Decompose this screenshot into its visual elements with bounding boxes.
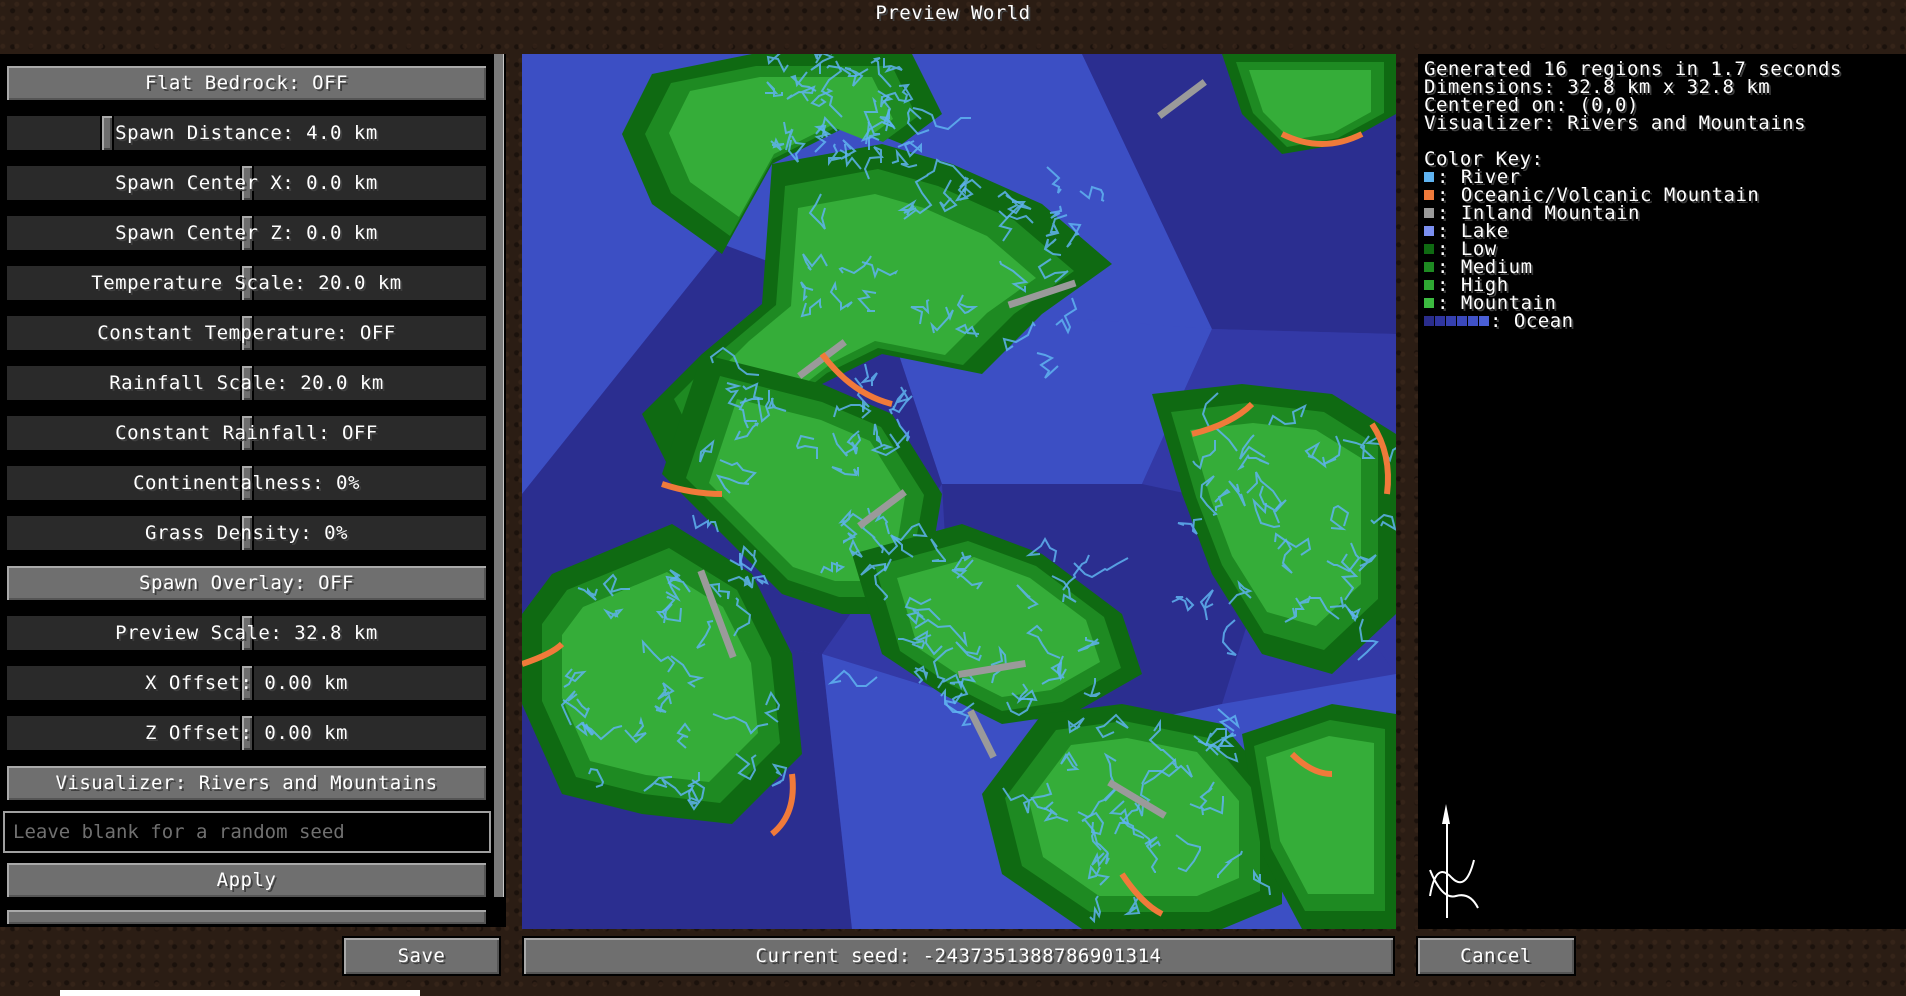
current-seed-button[interactable]: Current seed: -2437351388786901314 [522,936,1395,976]
seed-input[interactable] [3,811,491,853]
ocean-swatch [1435,315,1445,326]
scrollbar-thumb[interactable] [494,54,504,897]
north-compass-icon [1429,804,1479,918]
setting-label: Spawn Center Z: 0.0 km [115,222,378,244]
color-swatch [1424,243,1434,254]
setting-label: Constant Rainfall: OFF [115,422,378,444]
partial-hidden-button[interactable] [5,908,488,926]
ocean-swatch [1457,315,1467,326]
settings-panel: Flat Bedrock: OFF Spawn Distance: 4.0 km S… [0,54,506,927]
color-swatch [1424,261,1434,272]
setting-label: Z Offset: 0.00 km [145,722,348,744]
save-button[interactable]: Save [342,936,501,976]
slider-spawn-distance[interactable]: Spawn Distance: 4.0 km [5,114,488,152]
color-swatch [1424,297,1434,308]
toggle-flat-bedrock[interactable]: Flat Bedrock: OFF [5,64,488,102]
page-title: Preview World [875,2,1031,24]
slider-temperature-scale[interactable]: Temperature Scale: 20.0 km [5,264,488,302]
cancel-button[interactable]: Cancel [1416,936,1576,976]
current-seed-label: Current seed: -2437351388786901314 [755,945,1162,967]
setting-label: Spawn Distance: 4.0 km [115,122,378,144]
setting-label: Visualizer: Rivers and Mountains [55,772,438,794]
color-swatch [1424,207,1434,218]
toggle-spawn-overlay[interactable]: Spawn Overlay: OFF [5,564,488,602]
ocean-swatches [1424,310,1490,332]
slider-rainfall-scale[interactable]: Rainfall Scale: 20.0 km [5,364,488,402]
map-canvas [522,54,1396,929]
setting-label: Continentalness: 0% [133,472,360,494]
slider-knob[interactable] [100,114,114,152]
apply-label: Apply [216,869,277,891]
ocean-swatch [1479,315,1489,326]
slider-constant-temperature[interactable]: Constant Temperature: OFF [5,314,488,352]
setting-label: Spawn Overlay: OFF [139,572,354,594]
setting-label: Temperature Scale: 20.0 km [91,272,402,294]
info-line-visualizer: Visualizer: Rivers and Mountains [1424,112,1807,134]
color-key-ocean: : Ocean [1424,312,1574,331]
info-panel: Generated 16 regions in 1.7 seconds Dime… [1418,54,1906,929]
color-swatch [1424,189,1434,200]
color-swatch [1424,171,1434,182]
ocean-swatch [1446,315,1456,326]
color-swatch [1424,225,1434,236]
slider-preview-scale[interactable]: Preview Scale: 32.8 km [5,614,488,652]
slider-constant-rainfall[interactable]: Constant Rainfall: OFF [5,414,488,452]
slider-z-offset[interactable]: Z Offset: 0.00 km [5,714,488,752]
bottom-strip [60,990,420,996]
setting-label: Preview Scale: 32.8 km [115,622,378,644]
setting-label: Grass Density: 0% [145,522,348,544]
setting-label: Rainfall Scale: 20.0 km [109,372,384,394]
color-swatch [1424,279,1434,290]
ocean-swatch [1424,315,1434,326]
world-preview-map[interactable] [522,54,1396,929]
toggle-visualizer[interactable]: Visualizer: Rivers and Mountains [5,764,488,802]
setting-label: Flat Bedrock: OFF [145,72,348,94]
setting-label: X Offset: 0.00 km [145,672,348,694]
slider-continentalness[interactable]: Continentalness: 0% [5,464,488,502]
ocean-swatch [1468,315,1478,326]
slider-x-offset[interactable]: X Offset: 0.00 km [5,664,488,702]
settings-scrollbar[interactable] [493,54,504,897]
slider-spawn-center-z[interactable]: Spawn Center Z: 0.0 km [5,214,488,252]
save-label: Save [397,945,446,967]
cancel-label: Cancel [1460,945,1532,967]
setting-label: Spawn Center X: 0.0 km [115,172,378,194]
slider-grass-density[interactable]: Grass Density: 0% [5,514,488,552]
ocean-label: : Ocean [1490,310,1574,332]
setting-label: Constant Temperature: OFF [97,322,396,344]
slider-spawn-center-x[interactable]: Spawn Center X: 0.0 km [5,164,488,202]
apply-button[interactable]: Apply [5,861,488,899]
